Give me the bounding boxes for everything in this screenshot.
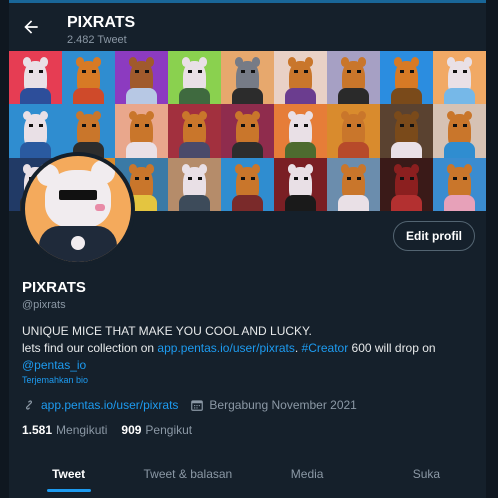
header-title: PIXRATS <box>67 14 136 31</box>
avatar-sunglasses <box>59 190 97 200</box>
banner-tile <box>62 104 115 158</box>
tab-tweet-replies[interactable]: Tweet & balasan <box>128 450 247 498</box>
banner-tile <box>327 104 380 158</box>
profile-meta: app.pentas.io/user/pixrats Bergabung Nov… <box>22 398 357 412</box>
bio-mention[interactable]: @pentas_io <box>22 358 86 372</box>
bio-text: 600 will drop on <box>348 341 436 355</box>
bio-hashtag[interactable]: #Creator <box>302 341 349 355</box>
bio: UNIQUE MICE THAT MAKE YOU COOL AND LUCKY… <box>22 323 462 374</box>
followers-link[interactable]: 909 Pengikut <box>121 423 192 437</box>
bio-text: . <box>294 341 302 355</box>
bio-line-1: UNIQUE MICE THAT MAKE YOU COOL AND LUCKY… <box>22 324 312 338</box>
bio-line-3: @pentas_io <box>22 357 462 374</box>
banner-tile <box>9 51 62 105</box>
tweet-count: 2.482 Tweet <box>67 34 127 46</box>
banner-tile <box>168 157 221 211</box>
banner-tile <box>221 51 274 105</box>
tab-media[interactable]: Media <box>248 450 367 498</box>
banner-tile <box>221 104 274 158</box>
join-date: Bergabung November 2021 <box>209 398 357 412</box>
banner-tile <box>168 51 221 105</box>
tab-likes[interactable]: Suka <box>367 450 486 498</box>
website-link[interactable]: app.pentas.io/user/pixrats <box>41 398 178 412</box>
calendar-icon <box>191 400 204 411</box>
following-link[interactable]: 1.581 Mengikuti <box>22 423 107 437</box>
banner-tile <box>327 51 380 105</box>
banner-tile <box>115 104 168 158</box>
avatar-image <box>25 156 131 262</box>
banner-tile <box>274 104 327 158</box>
profile-header: PIXRATS 2.482 Tweet <box>9 3 486 51</box>
edit-profile-button[interactable]: Edit profil <box>393 221 475 251</box>
banner-tile <box>9 104 62 158</box>
tab-tweet[interactable]: Tweet <box>9 450 128 498</box>
display-name: PIXRATS <box>22 279 86 296</box>
banner-tile <box>433 157 486 211</box>
banner-tile <box>274 157 327 211</box>
followers-count: 909 <box>121 423 142 437</box>
banner-tile <box>221 157 274 211</box>
banner-tile <box>433 51 486 105</box>
window-right-edge <box>486 0 498 498</box>
following-count: 1.581 <box>22 423 53 437</box>
following-label: Mengikuti <box>56 423 108 437</box>
banner-tile <box>327 157 380 211</box>
bio-link[interactable]: app.pentas.io/user/pixrats <box>157 341 294 355</box>
back-arrow-icon[interactable] <box>21 17 41 37</box>
avatar-skull-print <box>71 236 85 250</box>
follow-stats: 1.581 Mengikuti 909 Pengikut <box>22 423 206 437</box>
translate-bio-link[interactable]: Terjemahkan bio <box>22 375 88 385</box>
link-icon <box>25 400 33 410</box>
banner-tile <box>62 51 115 105</box>
profile-tabs: Tweet Tweet & balasan Media Suka <box>9 450 486 498</box>
followers-label: Pengikut <box>145 423 193 437</box>
avatar-nose <box>95 204 105 211</box>
banner-tile <box>274 51 327 105</box>
username-handle: @pixrats <box>22 299 66 311</box>
avatar[interactable] <box>21 152 135 266</box>
banner-tile <box>433 104 486 158</box>
bio-line-2: lets find our collection on app.pentas.i… <box>22 340 462 357</box>
bio-text: lets find our collection on <box>22 341 158 355</box>
banner-tile <box>168 104 221 158</box>
window-left-edge <box>0 0 9 498</box>
banner-tile <box>380 51 433 105</box>
banner-tile <box>380 157 433 211</box>
banner-tile <box>115 51 168 105</box>
banner-tile <box>380 104 433 158</box>
